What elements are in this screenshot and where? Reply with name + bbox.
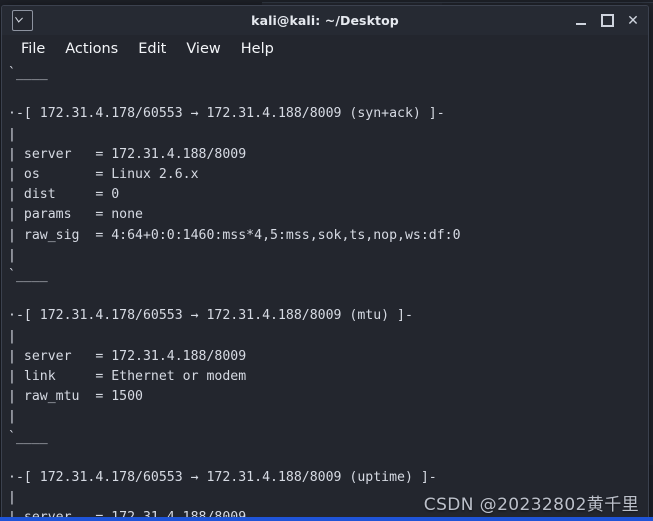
close-button[interactable]: ✕: [620, 6, 646, 35]
terminal-window[interactable]: kali@kali: ~/Desktop ✕ File Actions Edit…: [1, 5, 649, 521]
terminal-screen[interactable]: `____ ·-[ 172.31.4.178/60553 → 172.31.4.…: [2, 62, 648, 521]
maximize-button[interactable]: [594, 6, 620, 35]
terminal-output: `____ ·-[ 172.31.4.178/60553 → 172.31.4.…: [8, 66, 461, 521]
maximize-icon: [600, 14, 614, 27]
minimize-button[interactable]: [568, 6, 594, 35]
menu-file[interactable]: File: [12, 39, 54, 59]
window-title: kali@kali: ~/Desktop: [251, 13, 399, 28]
close-icon: ✕: [627, 12, 639, 29]
menu-view[interactable]: View: [177, 39, 229, 59]
menu-edit[interactable]: Edit: [129, 39, 175, 59]
terminal-icon: [12, 10, 33, 31]
minimize-icon: [576, 22, 586, 25]
screen-root: Des LuaJIT Pictu Temp Places Computer ka…: [0, 0, 653, 521]
window-controls: ✕: [568, 6, 648, 35]
bottom-accent-bar: [0, 517, 653, 521]
titlebar[interactable]: kali@kali: ~/Desktop ✕: [2, 6, 648, 35]
menubar: File Actions Edit View Help: [2, 35, 648, 62]
menu-help[interactable]: Help: [232, 39, 283, 59]
menu-actions[interactable]: Actions: [56, 39, 127, 59]
